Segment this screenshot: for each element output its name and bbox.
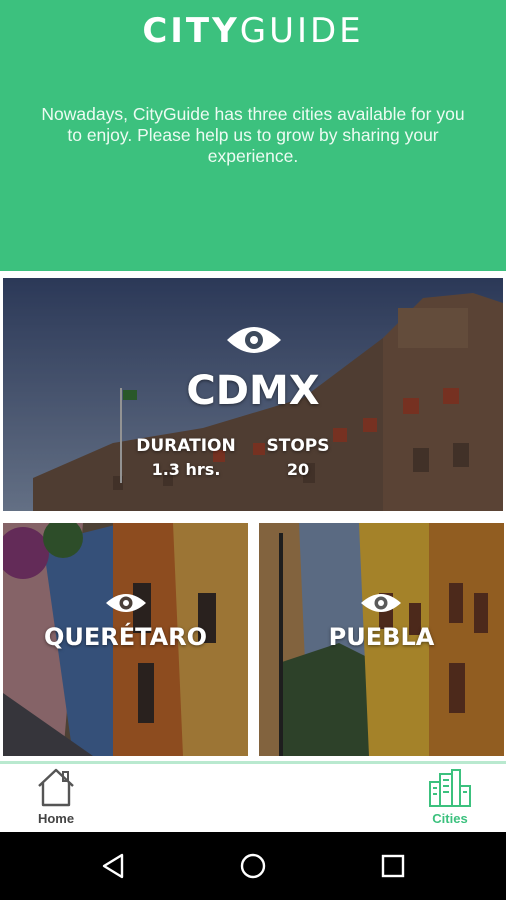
intro-text: Nowadays, CityGuide has three cities ava… xyxy=(41,104,465,166)
eye-icon xyxy=(106,594,146,612)
logo-bold: CITY xyxy=(142,11,240,51)
stops-value: 20 xyxy=(286,460,310,479)
city-buildings-icon xyxy=(429,769,471,807)
city-card-cdmx[interactable]: CDMX DURATION 1.3 hrs. STOPS 20 xyxy=(3,278,503,511)
android-nav-bar xyxy=(0,832,506,900)
app-logo: CITYGUIDE xyxy=(0,11,506,51)
city-name-puebla: PUEBLA xyxy=(328,623,435,651)
recents-square-icon[interactable] xyxy=(380,853,406,879)
city-card-queretaro[interactable]: QUERÉTARO xyxy=(3,523,248,756)
stops-stat: STOPS 20 xyxy=(258,436,338,479)
eye-icon xyxy=(227,327,281,353)
city-name-cdmx: CDMX xyxy=(186,368,320,414)
nav-cities-label: Cities xyxy=(432,811,468,826)
nav-home[interactable]: Home xyxy=(24,764,88,832)
stops-label: STOPS xyxy=(266,436,330,456)
nav-cities[interactable]: Cities xyxy=(418,764,482,832)
bottom-nav: Home Cities xyxy=(0,764,506,832)
duration-value: 1.3 hrs. xyxy=(151,460,221,479)
logo-thin: GUIDE xyxy=(239,11,364,51)
header: CITYGUIDE Nowadays, CityGuide has three … xyxy=(0,0,506,271)
eye-icon xyxy=(361,594,401,612)
back-icon[interactable] xyxy=(100,852,128,880)
nav-home-label: Home xyxy=(37,811,75,826)
house-icon xyxy=(38,768,74,807)
city-name-queretaro: QUERÉTARO xyxy=(43,623,208,651)
duration-stat: DURATION 1.3 hrs. xyxy=(131,436,241,479)
home-circle-icon[interactable] xyxy=(239,852,267,880)
duration-label: DURATION xyxy=(136,436,236,456)
city-card-puebla[interactable]: PUEBLA xyxy=(259,523,504,756)
